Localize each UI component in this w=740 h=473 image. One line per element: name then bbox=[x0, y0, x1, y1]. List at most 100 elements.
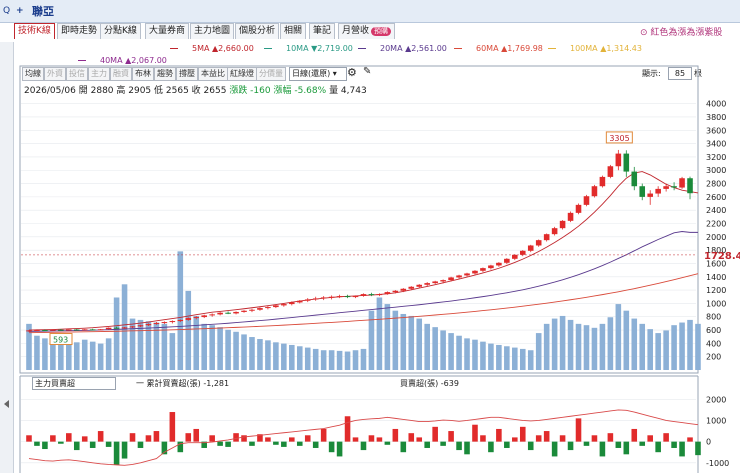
volume-bar bbox=[81, 339, 88, 370]
candle-body bbox=[472, 270, 478, 274]
candle-body bbox=[559, 220, 566, 229]
indicator-bar bbox=[519, 426, 526, 442]
volume-bar bbox=[504, 346, 510, 370]
indicator-bar bbox=[169, 412, 176, 442]
toolbar-button[interactable]: 紅綠燈 bbox=[227, 67, 257, 81]
toolbar-button[interactable]: 本益比 bbox=[198, 67, 228, 81]
indicator-bar bbox=[512, 437, 518, 442]
tab-2[interactable]: 分點K線 bbox=[100, 23, 141, 39]
indicator-bar bbox=[34, 441, 40, 446]
tab-1[interactable]: 即時走勢 bbox=[57, 23, 102, 39]
candle-body bbox=[408, 286, 415, 289]
volume-bar bbox=[416, 318, 423, 370]
volume-bar bbox=[456, 335, 462, 370]
candle-body bbox=[344, 296, 351, 298]
toolbar-button[interactable]: 撐壓 bbox=[176, 67, 198, 81]
chart-frame bbox=[19, 65, 699, 374]
legend-label: 10MA ▼2,719.00 bbox=[286, 44, 353, 53]
draw-icon[interactable]: ✎ bbox=[363, 66, 371, 77]
volume-bar bbox=[583, 325, 590, 370]
tab-0[interactable]: 技術K線 bbox=[14, 23, 55, 39]
volume-bar bbox=[472, 339, 478, 370]
y-tick-label: 1600 bbox=[706, 259, 726, 268]
y-tick-label: 200 bbox=[706, 353, 721, 362]
toolbar-button[interactable]: 布林 bbox=[132, 67, 154, 81]
indicator-bar bbox=[328, 441, 335, 453]
display-count-input[interactable]: 85 bbox=[668, 67, 692, 80]
indicator-bar bbox=[121, 441, 128, 459]
tab-8[interactable]: 月營收 預購 bbox=[338, 23, 396, 39]
volume-bar bbox=[34, 335, 40, 370]
candle-body bbox=[543, 234, 550, 241]
volume-bar bbox=[448, 333, 454, 370]
volume-bar bbox=[599, 323, 606, 370]
tab-label: 主力地圖 bbox=[194, 26, 231, 36]
volume-bar bbox=[480, 341, 486, 370]
candle-body bbox=[50, 329, 56, 331]
tab-label: 大量券商 bbox=[149, 26, 186, 36]
indicator-bar bbox=[209, 435, 215, 442]
candle-body bbox=[185, 318, 192, 320]
tab-7[interactable]: 筆記 bbox=[309, 23, 336, 39]
toolbar-button[interactable]: 外資 bbox=[44, 67, 66, 81]
tab-6[interactable]: 相關 bbox=[280, 23, 307, 39]
volume-bar bbox=[153, 322, 160, 370]
indicator-bar bbox=[89, 441, 96, 448]
period-select[interactable]: 日線(還原) ▾ bbox=[289, 67, 347, 81]
candle-body bbox=[615, 153, 622, 167]
tab-4[interactable]: 主力地圖 bbox=[190, 23, 235, 39]
toolbar-button[interactable]: 趨勢 bbox=[154, 67, 176, 81]
quote-date: 2026/05/06 bbox=[24, 86, 76, 96]
volume-bar bbox=[50, 337, 56, 370]
volume-bar bbox=[320, 350, 327, 370]
indicator-bar bbox=[631, 428, 638, 442]
toolbar-button[interactable]: 主力 bbox=[88, 67, 110, 81]
volume-bar bbox=[695, 323, 701, 370]
y-tick-label: 1800 bbox=[706, 246, 726, 255]
tab-5[interactable]: 個股分析 bbox=[235, 23, 280, 39]
candle-body bbox=[81, 329, 88, 331]
toolbar-button[interactable]: 均線 bbox=[22, 67, 44, 81]
candle-body bbox=[217, 312, 223, 315]
indicator-bar bbox=[105, 441, 112, 447]
indicator-bar bbox=[456, 441, 462, 451]
volume-bar bbox=[519, 348, 526, 370]
indicator-bar bbox=[663, 433, 669, 442]
legend-label: 5MA ▲2,660.00 bbox=[192, 44, 254, 53]
indicator-bar bbox=[42, 441, 48, 450]
settings-icon[interactable]: ⚙ bbox=[347, 66, 357, 79]
indicator-bar bbox=[281, 441, 287, 447]
indicator-bar bbox=[201, 441, 207, 448]
y-tick-label: 2200 bbox=[706, 220, 726, 229]
tab-3[interactable]: 大量券商 bbox=[145, 23, 190, 39]
y-tick-label: 600 bbox=[706, 326, 721, 335]
volume-bar bbox=[623, 310, 630, 370]
indicator-bar bbox=[647, 435, 653, 442]
toolbar-button[interactable]: 融資 bbox=[110, 67, 132, 81]
volume-bar bbox=[265, 340, 271, 370]
indicator-y-tick: 0 bbox=[706, 438, 711, 447]
search-icon[interactable]: Q bbox=[3, 4, 10, 18]
candle-body bbox=[464, 273, 470, 276]
y-tick-label: 3600 bbox=[706, 126, 726, 135]
volume-bar bbox=[392, 310, 399, 370]
ma-legend-item: 20MA ▲2,561.00 bbox=[358, 44, 447, 53]
indicator-select[interactable]: 主力買賣超 bbox=[32, 377, 116, 390]
toolbar-button[interactable]: 分價量 bbox=[256, 67, 286, 81]
toolbar-button[interactable]: 投信 bbox=[66, 67, 88, 81]
indicator-bar bbox=[304, 435, 311, 442]
collapse-arrow-icon[interactable] bbox=[4, 400, 9, 408]
candle-body bbox=[527, 245, 534, 251]
indicator-bar bbox=[440, 441, 446, 446]
indicator-bar bbox=[504, 441, 510, 448]
tab-label: 筆記 bbox=[313, 26, 332, 36]
add-icon[interactable]: + bbox=[16, 4, 24, 18]
volume-bar bbox=[42, 338, 48, 370]
volume-bar bbox=[66, 339, 72, 370]
volume-bar bbox=[281, 343, 287, 370]
indicator-bar bbox=[583, 441, 590, 446]
y-tick-label: 2800 bbox=[706, 180, 726, 189]
candle-body bbox=[328, 296, 335, 298]
legend-swatch bbox=[170, 48, 178, 49]
left-collapse-strip[interactable] bbox=[0, 42, 14, 473]
